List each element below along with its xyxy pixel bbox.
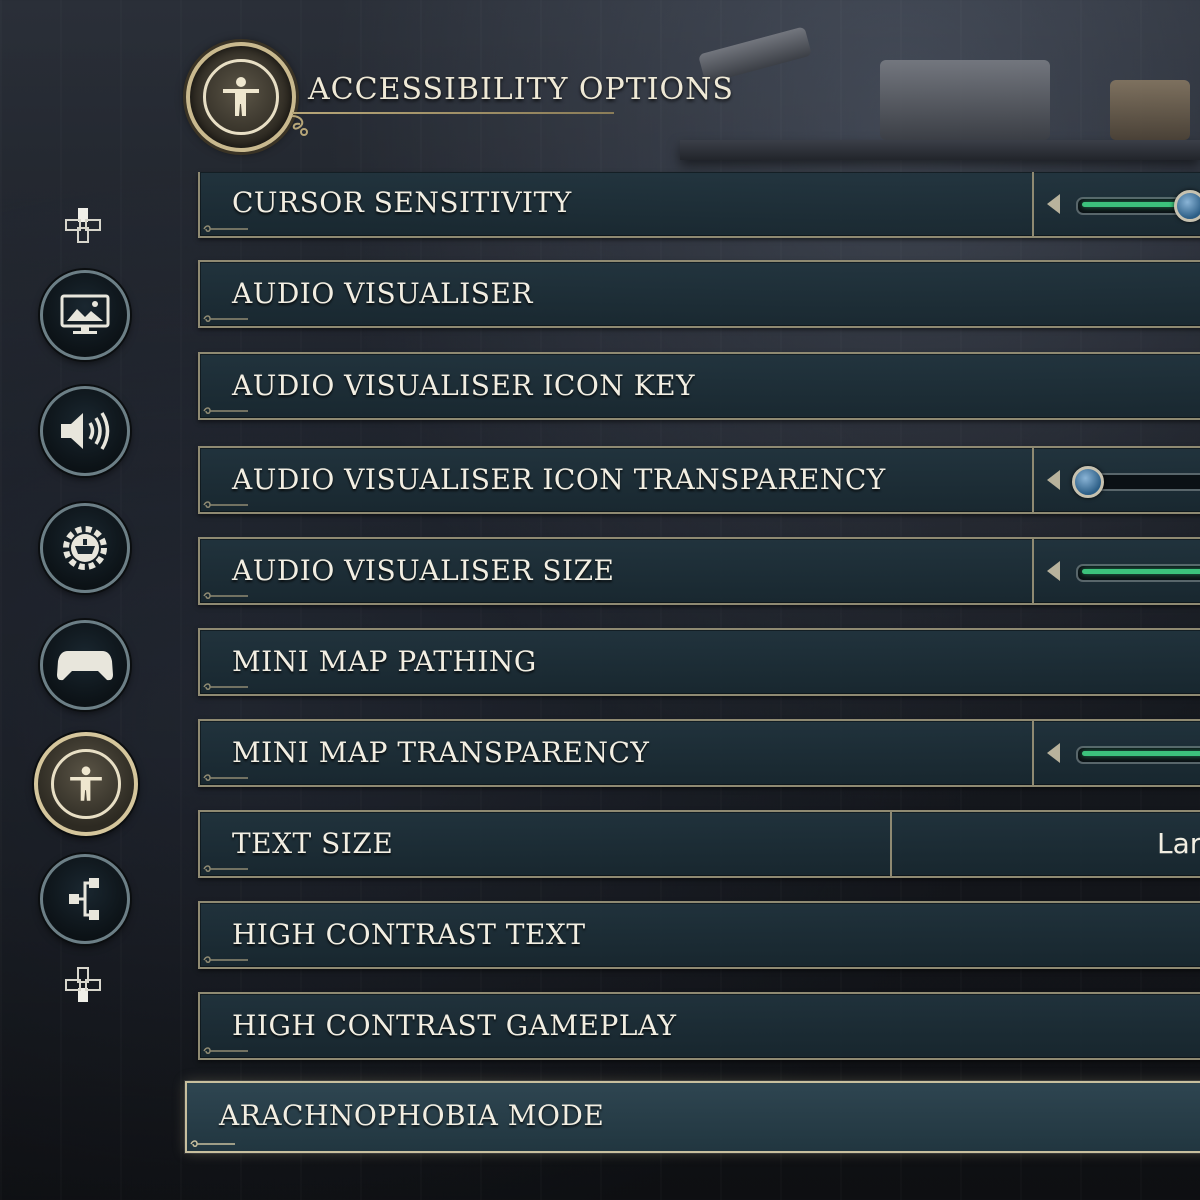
option-label: MINI MAP PATHING: [232, 645, 537, 678]
row-flourish: [190, 1140, 235, 1147]
option-mini-map-transparency[interactable]: MINI MAP TRANSPARENCY: [198, 719, 1200, 787]
option-label: AUDIO VISUALISER ICON TRANSPARENCY: [232, 463, 886, 496]
option-high-contrast-text[interactable]: HIGH CONTRAST TEXT: [198, 901, 1200, 969]
row-divider: [1032, 172, 1034, 236]
option-label: AUDIO VISUALISER: [232, 277, 533, 310]
option-high-contrast-gameplay[interactable]: HIGH CONTRAST GAMEPLAY: [198, 992, 1200, 1060]
arrow-left-icon[interactable]: [1047, 743, 1060, 763]
dpad-down-icon: [65, 967, 101, 1002]
option-audio-visualiser[interactable]: AUDIO VISUALISER: [198, 260, 1200, 328]
option-arachnophobia-mode[interactable]: ARACHNOPHOBIA MODE: [185, 1081, 1200, 1153]
slider-knob[interactable]: [1072, 466, 1104, 498]
slider-fill: [1082, 751, 1200, 756]
row-flourish: [203, 683, 248, 690]
option-audio-visualiser-icon-transparency[interactable]: AUDIO VISUALISER ICON TRANSPARENCY: [198, 446, 1200, 514]
option-label: MINI MAP TRANSPARENCY: [232, 736, 650, 769]
arrow-left-icon[interactable]: [1047, 470, 1060, 490]
option-label: ARACHNOPHOBIA MODE: [219, 1099, 605, 1132]
sidebar-item-social[interactable]: [40, 854, 130, 944]
background-shelf: [680, 140, 1200, 160]
gear-helmet-icon: [63, 526, 107, 570]
slider-track[interactable]: [1072, 466, 1200, 498]
row-divider: [890, 812, 892, 876]
row-divider: [1032, 721, 1034, 785]
row-flourish: [203, 225, 248, 232]
row-flourish: [203, 592, 248, 599]
title-flourish: [291, 115, 308, 136]
header-medallion: [186, 42, 296, 152]
option-label: CURSOR SENSITIVITY: [232, 186, 572, 219]
row-flourish: [203, 407, 248, 414]
slider-track[interactable]: [1076, 746, 1200, 764]
background-ornament: [880, 60, 1050, 140]
dpad-up-icon: [65, 208, 101, 243]
sidebar-item-audio[interactable]: [40, 386, 130, 476]
row-flourish: [203, 774, 248, 781]
option-label: HIGH CONTRAST GAMEPLAY: [232, 1009, 677, 1042]
arrow-left-icon[interactable]: [1047, 194, 1060, 214]
share-icon: [69, 878, 99, 920]
slider-track[interactable]: [1076, 564, 1200, 582]
text-size-value[interactable]: Lar: [1157, 827, 1200, 860]
option-label: HIGH CONTRAST TEXT: [232, 918, 586, 951]
background-ornament: [1110, 80, 1190, 140]
option-label: AUDIO VISUALISER SIZE: [232, 554, 615, 587]
row-flourish: [203, 956, 248, 963]
slider-knob[interactable]: [1174, 190, 1200, 222]
row-flourish: [203, 1047, 248, 1054]
option-mini-map-pathing[interactable]: MINI MAP PATHING: [198, 628, 1200, 696]
gamepad-icon: [57, 651, 113, 681]
arrow-left-icon[interactable]: [1047, 561, 1060, 581]
row-flourish: [203, 501, 248, 508]
row-divider: [1032, 539, 1034, 603]
monitor-icon: [60, 294, 110, 334]
row-divider: [1032, 448, 1034, 512]
slider-track[interactable]: [1076, 190, 1200, 222]
speaker-icon: [61, 412, 110, 450]
accessibility-icon: [51, 749, 121, 819]
row-flourish: [203, 865, 248, 872]
option-label: AUDIO VISUALISER ICON KEY: [232, 369, 696, 402]
option-audio-visualiser-size[interactable]: AUDIO VISUALISER SIZE: [198, 537, 1200, 605]
accessibility-icon: [203, 59, 279, 135]
row-flourish: [203, 315, 248, 322]
option-label: TEXT SIZE: [232, 827, 394, 860]
option-cursor-sensitivity[interactable]: CURSOR SENSITIVITY: [198, 172, 1200, 238]
title-underline: [292, 112, 614, 114]
slider-fill: [1082, 569, 1200, 574]
page-title: ACCESSIBILITY OPTIONS: [308, 72, 734, 107]
sidebar-item-controls[interactable]: [40, 620, 130, 710]
option-audio-visualiser-icon-key[interactable]: AUDIO VISUALISER ICON KEY: [198, 352, 1200, 420]
sidebar-item-display[interactable]: [40, 270, 130, 360]
sidebar-item-gameplay[interactable]: [40, 503, 130, 593]
option-text-size[interactable]: TEXT SIZE Lar: [198, 810, 1200, 878]
sidebar-item-accessibility[interactable]: [34, 732, 138, 836]
